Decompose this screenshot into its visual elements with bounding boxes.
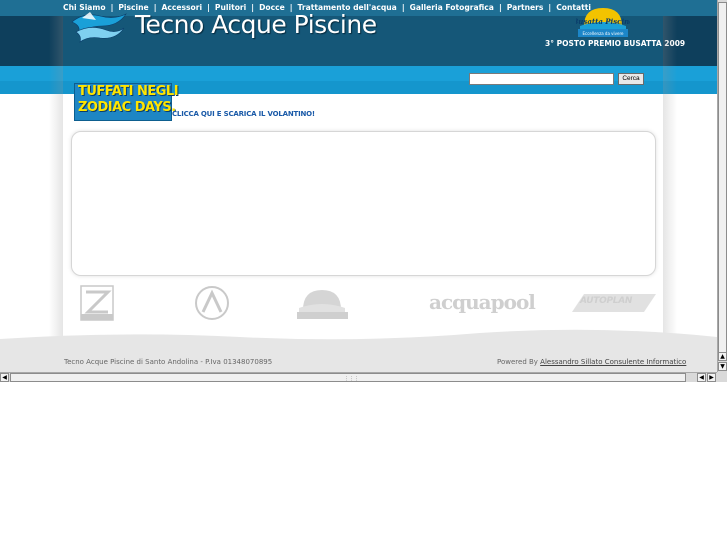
nav-item-galleria[interactable]: Galleria Fotografica — [410, 3, 494, 12]
scroll-left-arrow-icon[interactable]: ◀ — [697, 373, 706, 382]
vertical-scrollbar[interactable]: ▲ ▼ — [717, 0, 727, 372]
scrollbar-corner — [717, 372, 727, 382]
acquapool-logo[interactable]: acquapool — [413, 284, 536, 322]
footer-company-info: Tecno Acque Piscine di Santo Andolina - … — [64, 358, 273, 366]
logo-wave-icon[interactable] — [70, 8, 128, 48]
footer-credit-link[interactable]: Alessandro Sillato Consulente Informatic… — [540, 358, 686, 366]
nav-item-partners[interactable]: Partners — [507, 3, 544, 12]
site-title[interactable]: Tecno Acque Piscine — [135, 10, 377, 39]
busatta-badge-icon[interactable]: Busatta Piscine Eccellenza da vivere — [576, 4, 630, 38]
scroll-right-arrow-icon[interactable]: ▶ — [707, 373, 716, 382]
scroll-left-arrow-icon[interactable]: ◀ — [0, 373, 9, 382]
search-button[interactable]: Cerca — [618, 73, 644, 85]
right-shadow — [663, 16, 677, 346]
site-footer: Tecno Acque Piscine di Santo Andolina - … — [0, 346, 717, 372]
autoplan-logo[interactable]: AUTOPLAN — [570, 284, 658, 322]
promo-download-link[interactable]: CLICCA QUI E SCARICA IL VOLANTINO! — [172, 110, 315, 118]
footer-powered-by: Powered By — [497, 358, 538, 366]
promo-line-1: TUFFATI NEGLI — [78, 84, 179, 99]
search-input[interactable] — [469, 73, 614, 85]
nav-separator: | — [401, 3, 405, 12]
horizontal-scrollbar[interactable]: ◀ ⋮⋮⋮ ◀ ▶ — [0, 372, 717, 382]
award-badge-brand: Busatta Piscine — [576, 17, 630, 26]
astral-logo-icon[interactable] — [194, 284, 230, 322]
vertical-scroll-thumb[interactable] — [718, 2, 727, 354]
autoplan-logo-text: AUTOPLAN — [580, 296, 633, 306]
left-shadow — [49, 16, 63, 346]
scroll-down-arrow-icon[interactable]: ▼ — [718, 362, 727, 371]
zodiac-logo-icon[interactable] — [80, 284, 114, 322]
horizontal-scroll-thumb[interactable]: ⋮⋮⋮ — [10, 373, 686, 382]
scroll-up-arrow-icon[interactable]: ▲ — [718, 352, 727, 361]
scroll-grip-icon: ⋮⋮⋮ — [344, 376, 359, 382]
page: Chi Siamo | Piscine | Accessori | Pulitori | Doc… — [0, 0, 717, 372]
nav-separator: | — [498, 3, 502, 12]
busatta-partner-icon[interactable] — [295, 284, 350, 322]
promo-banner[interactable]: TUFFATI NEGLI ZODIAC DAYS. — [74, 83, 179, 121]
award-badge-tagline: Eccellenza da vivere — [582, 31, 624, 36]
footer-wave — [0, 329, 717, 347]
acquapool-logo-text: acquapool — [429, 290, 536, 314]
footer-credits: Powered By Alessandro Sillato Consulente… — [497, 358, 686, 366]
promo-line-2: ZODIAC DAYS. — [78, 100, 176, 115]
nav-separator: | — [548, 3, 552, 12]
content-panel — [71, 131, 656, 276]
